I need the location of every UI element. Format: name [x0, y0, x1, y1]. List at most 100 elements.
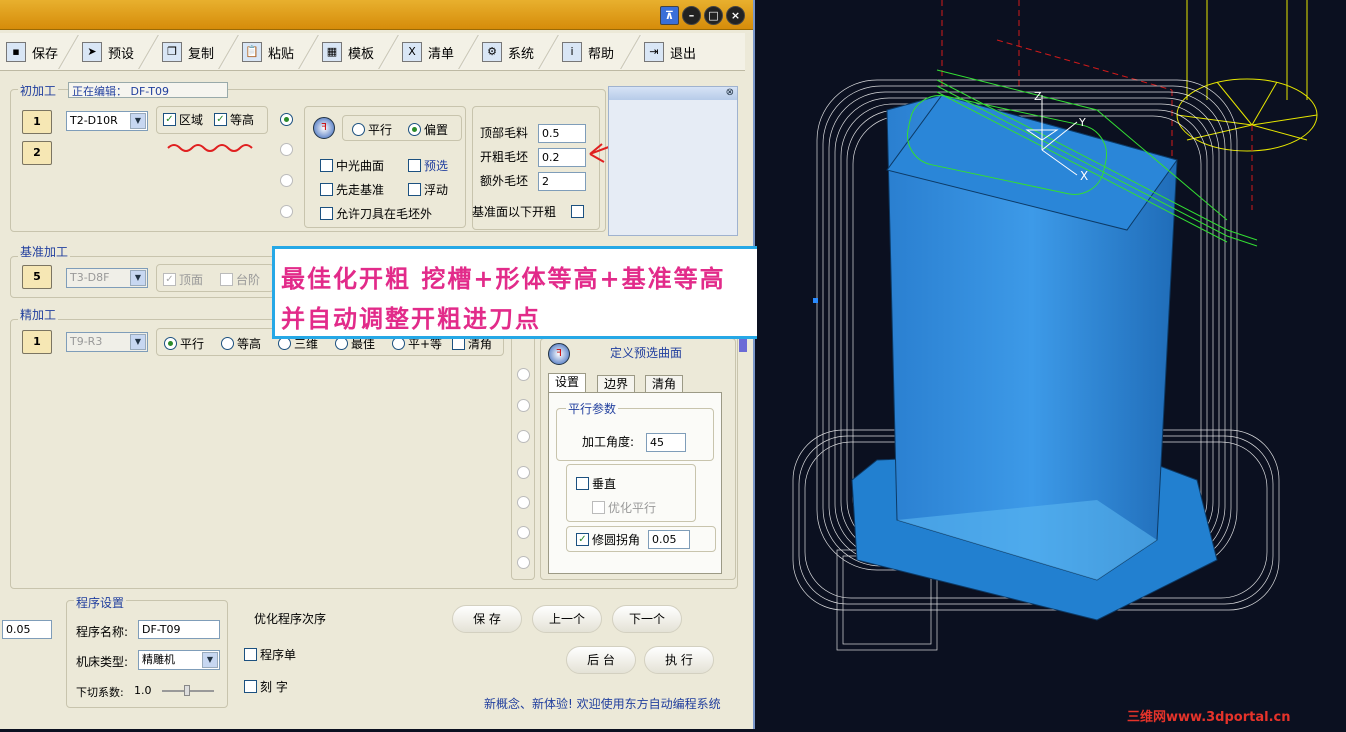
mid-surface-checkbox[interactable]: 中光曲面 — [320, 157, 384, 174]
exit-icon: ⇥ — [644, 42, 664, 62]
backend-button[interactable]: 后 台 — [566, 646, 636, 674]
finish-parallel-radio[interactable]: 平行 — [164, 335, 204, 352]
close-button[interactable]: × — [726, 6, 745, 25]
extra-stock-input[interactable]: 2 — [538, 172, 586, 191]
first-base-checkbox[interactable]: 先走基准 — [320, 181, 384, 198]
rough-tool-value: T2-D10R — [70, 114, 118, 127]
define-surface-link[interactable]: 定义预选曲面 — [610, 344, 682, 361]
finish-step-button[interactable]: 1 — [22, 330, 52, 354]
radio-option[interactable] — [280, 174, 293, 187]
save-program-button[interactable]: 保 存 — [452, 605, 522, 633]
allow-outside-label: 允许刀具在毛坯外 — [336, 207, 433, 221]
step-checkbox[interactable]: 台阶 — [220, 271, 260, 288]
left-value-input[interactable]: 0.05 — [2, 620, 52, 639]
tool-wireframe — [1176, 0, 1318, 152]
pin-icon[interactable]: ⊼ — [660, 6, 679, 25]
rough-stock-input[interactable]: 0.2 — [538, 148, 586, 167]
minimize-button[interactable]: – — [682, 6, 701, 25]
toolbar-button-cursor[interactable]: ➤ 预设 — [78, 37, 134, 67]
toolbar-button-copy[interactable]: ❐ 复制 — [158, 37, 214, 67]
radio-option[interactable] — [280, 205, 293, 218]
allow-outside-checkbox[interactable]: 允许刀具在毛坯外 — [320, 205, 432, 222]
round-corner-input[interactable]: 0.05 — [648, 530, 690, 549]
below-base-label: 基准面以下开粗 — [472, 205, 557, 219]
chevron-down-icon: ▼ — [130, 334, 146, 350]
radio-option[interactable] — [517, 430, 530, 443]
3d-viewport[interactable]: Z Y X — [757, 0, 1346, 729]
preselect-checkbox[interactable]: 预选 — [408, 157, 448, 174]
float-checkbox[interactable]: 浮动 — [408, 181, 448, 198]
radio-option[interactable] — [517, 466, 530, 479]
finish-contour-radio[interactable]: 等高 — [221, 335, 261, 352]
save-icon: ▪ — [6, 42, 26, 62]
paste-icon: 📋 — [242, 42, 262, 62]
toolbar: ▪ 保存 ➤ 预设 ❐ 复制 📋 粘贴 ▦ 模板 X 清单 ⚙ 系统 i 帮助 ⇥ 退出 — [0, 33, 745, 71]
contour-checkbox[interactable]: ✓ 等高 — [214, 111, 254, 128]
check-icon: ✓ — [163, 273, 176, 286]
vertical-label: 垂直 — [592, 477, 617, 491]
program-sheet-checkbox[interactable]: 程序单 — [244, 646, 296, 663]
radio-option[interactable] — [517, 399, 530, 412]
base-tool-select[interactable]: T3-D8F ▼ — [66, 268, 148, 288]
optimize-order-label: 优化程序次序 — [254, 612, 327, 626]
toolbar-button-template[interactable]: ▦ 模板 — [318, 37, 374, 67]
toolbar-button-save[interactable]: ▪ 保存 — [2, 37, 58, 67]
radio-option[interactable] — [517, 556, 530, 569]
toolbar-button-exit[interactable]: ⇥ 退出 — [640, 37, 696, 67]
rough-tool-select[interactable]: T2-D10R ▼ — [66, 111, 148, 131]
scrollbar-thumb[interactable] — [739, 338, 747, 352]
toolbar-button-gear[interactable]: ⚙ 系统 — [478, 37, 534, 67]
below-base-checkbox[interactable]: 基准面以下开粗 — [472, 203, 585, 220]
parallel-radio[interactable]: 平行 — [352, 121, 392, 138]
parallel-label: 平行 — [368, 123, 393, 137]
program-name-input[interactable]: DF-T09 — [138, 620, 220, 639]
collapse-icon[interactable]: ⊗ — [726, 87, 734, 98]
optimize-parallel-checkbox[interactable]: 优化平行 — [592, 499, 656, 516]
step-label: 台阶 — [236, 273, 261, 287]
chevron-down-icon: ▼ — [130, 270, 146, 286]
cut-factor-slider[interactable] — [162, 685, 214, 696]
rough-select-radio[interactable] — [280, 113, 293, 126]
rough-step-1-button[interactable]: 1 — [22, 110, 52, 134]
offset-radio[interactable]: 偏置 — [408, 121, 448, 138]
tab-clear-corner[interactable]: 清角 — [645, 375, 684, 393]
program-settings-label: 程序设置 — [74, 594, 127, 611]
toolbar-button-paste[interactable]: 📋 粘贴 — [238, 37, 294, 67]
toolbar-button-excel[interactable]: X 清单 — [398, 37, 454, 67]
checkbox-icon — [408, 183, 421, 196]
finish-tool-value: T9-R3 — [70, 335, 103, 348]
round-corner-checkbox[interactable]: ✓ 修圆拐角 — [576, 531, 640, 548]
toolbar-separator — [58, 35, 80, 69]
radio-option[interactable] — [517, 496, 530, 509]
engrave-checkbox[interactable]: 刻 字 — [244, 678, 288, 695]
checkbox-icon — [320, 159, 333, 172]
execute-button[interactable]: 执 行 — [644, 646, 714, 674]
vertical-checkbox[interactable]: 垂直 — [576, 475, 616, 492]
next-button[interactable]: 下一个 — [612, 605, 682, 633]
base-step-button[interactable]: 5 — [22, 265, 52, 289]
radio-option[interactable] — [280, 143, 293, 156]
radio-icon — [164, 337, 177, 350]
watermark-text: 三维网www.3dportal.cn — [1127, 710, 1291, 725]
slider-thumb[interactable] — [184, 685, 190, 696]
top-face-label: 顶面 — [179, 273, 204, 287]
gear-icon: ⚙ — [482, 42, 502, 62]
tab-settings[interactable]: 设置 — [548, 373, 587, 393]
restore-button[interactable]: □ — [704, 6, 723, 25]
checkbox-icon — [244, 680, 257, 693]
tab-boundary[interactable]: 边界 — [597, 375, 636, 393]
top-stock-input[interactable]: 0.5 — [538, 124, 586, 143]
finish-tool-select[interactable]: T9-R3 ▼ — [66, 332, 148, 352]
machine-type-select[interactable]: 精雕机 ▼ — [138, 650, 220, 670]
previous-button[interactable]: 上一个 — [532, 605, 602, 633]
gauge-icon[interactable]: ꟻ — [313, 117, 335, 139]
rough-step-2-button[interactable]: 2 — [22, 141, 52, 165]
top-face-checkbox[interactable]: ✓ 顶面 — [163, 271, 203, 288]
gauge-icon[interactable]: ꟻ — [548, 343, 570, 365]
region-checkbox[interactable]: ✓ 区域 — [163, 111, 203, 128]
red-squiggle-annotation — [167, 144, 253, 152]
radio-option[interactable] — [517, 368, 530, 381]
toolbar-button-info[interactable]: i 帮助 — [558, 37, 614, 67]
radio-option[interactable] — [517, 526, 530, 539]
angle-input[interactable]: 45 — [646, 433, 686, 452]
